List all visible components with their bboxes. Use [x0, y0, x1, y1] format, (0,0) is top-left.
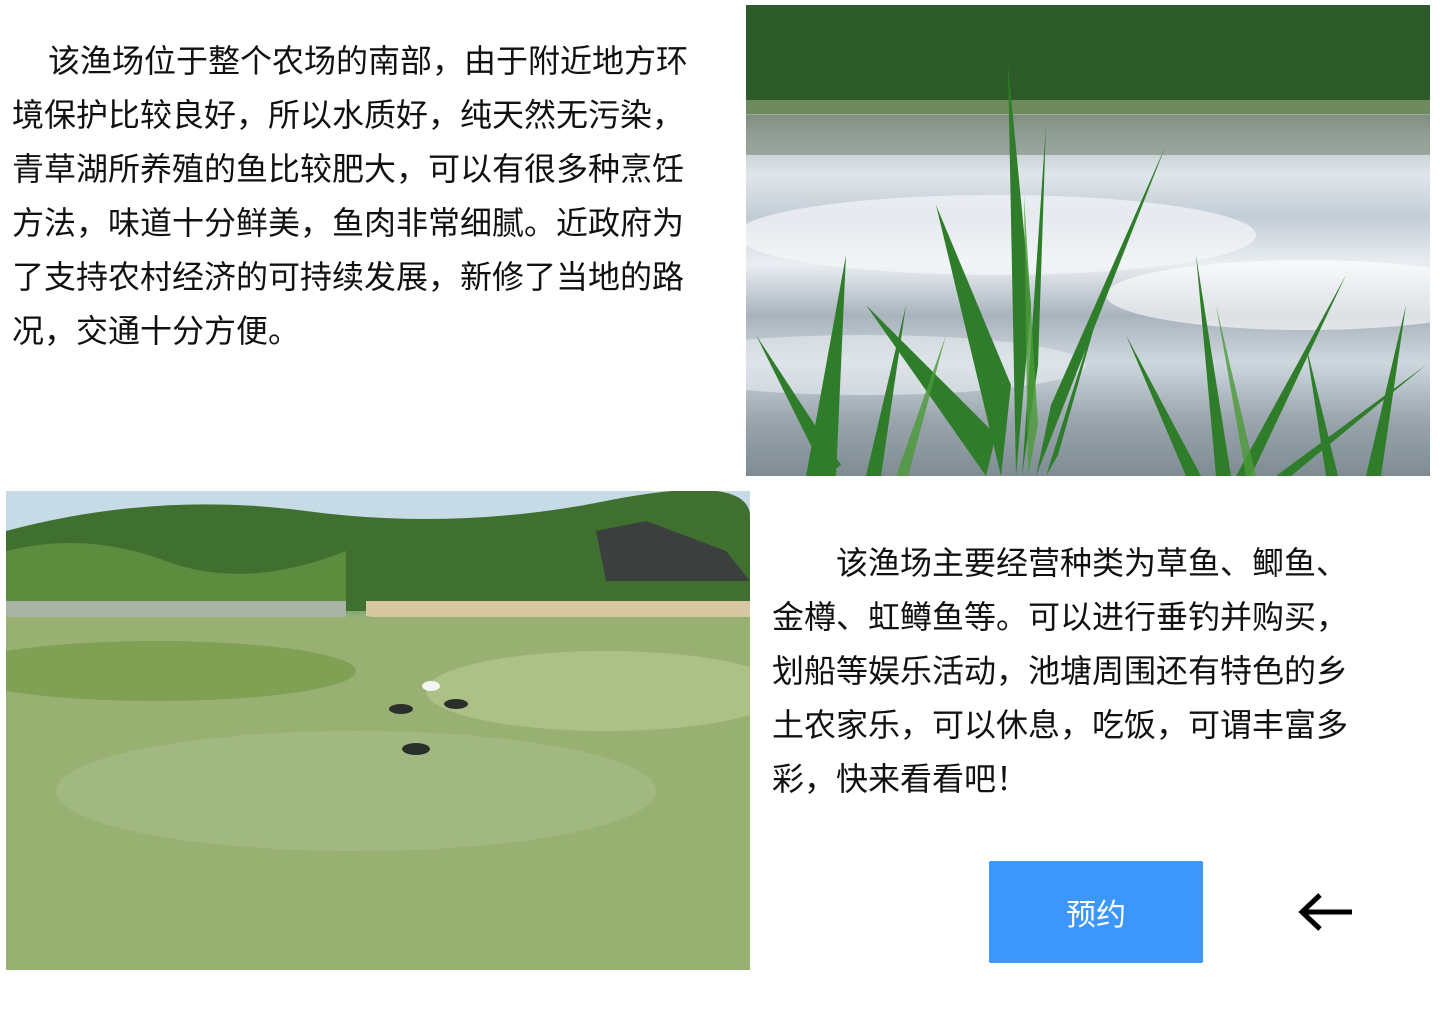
arrow-left-icon[interactable]	[1296, 891, 1356, 933]
intro-paragraph: 该渔场位于整个农场的南部，由于附近地方环境保护比较良好，所以水质好，纯天然无污染…	[12, 42, 689, 350]
fishery-page: 该渔场位于整个农场的南部，由于附近地方环境保护比较良好，所以水质好，纯天然无污染…	[0, 0, 1440, 1024]
species-paragraph: 该渔场主要经营种类为草鱼、鲫鱼、金樽、虹鳟鱼等。可以进行垂钓并购买，划船等娱乐活…	[772, 544, 1349, 798]
book-button[interactable]: 预约	[989, 861, 1203, 963]
pond-ducks-photo	[6, 491, 750, 970]
reeds-lake-photo	[746, 5, 1430, 476]
pond-illustration	[6, 491, 750, 970]
reeds-illustration	[746, 5, 1430, 476]
